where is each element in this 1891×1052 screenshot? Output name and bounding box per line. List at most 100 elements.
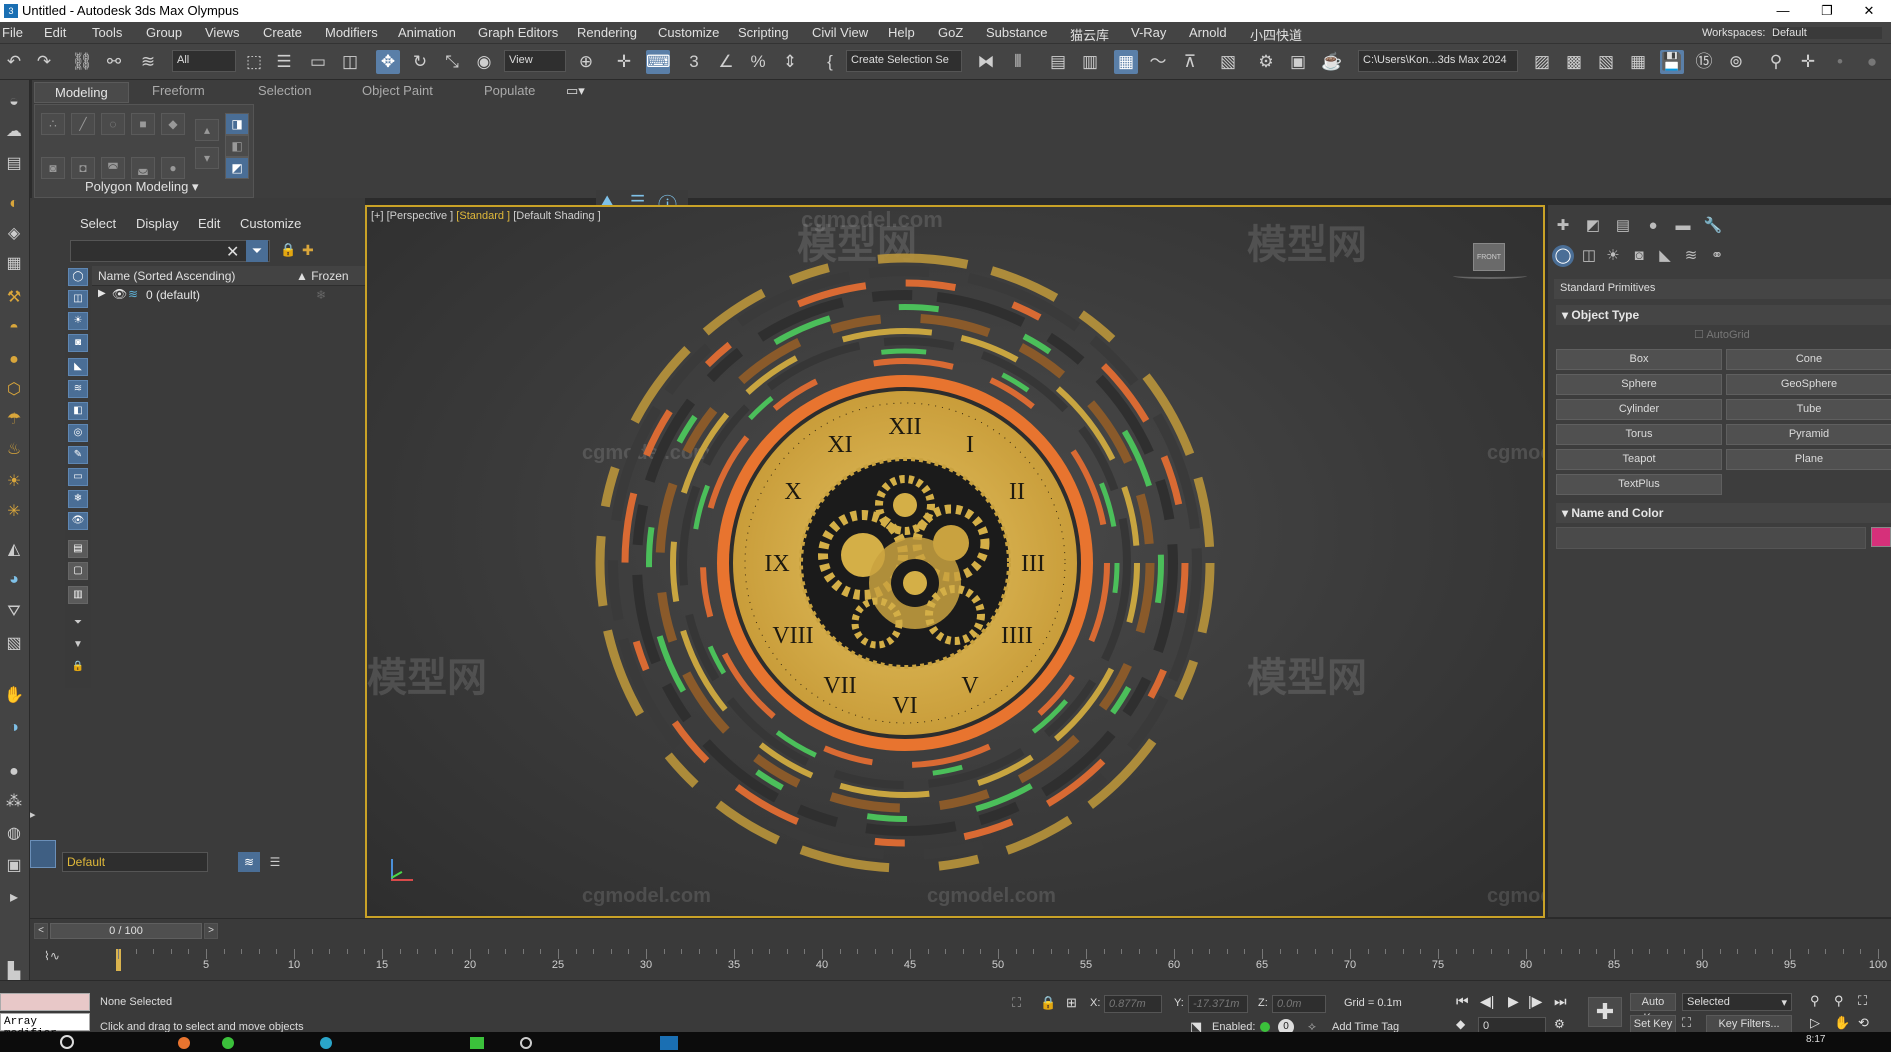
taskbar-app-icon[interactable] xyxy=(520,1037,532,1049)
name-column-header[interactable]: Name (Sorted Ascending) xyxy=(98,269,235,283)
goto-start-icon[interactable]: ⏮ xyxy=(1456,993,1469,1010)
tweak-icon[interactable]: ◚ xyxy=(101,157,125,179)
walk-icon[interactable]: ✋ xyxy=(1834,1015,1850,1031)
quickslice-icon[interactable]: ● xyxy=(161,157,185,179)
cameras-filter-icon[interactable]: ◙ xyxy=(68,334,88,352)
search-icon[interactable] xyxy=(60,1035,74,1049)
set-key-button[interactable]: Set Key xyxy=(1630,1015,1676,1033)
viewcube[interactable]: FRONT xyxy=(1473,243,1505,271)
menu-arnold[interactable]: Arnold xyxy=(1189,25,1227,40)
teapot-button[interactable]: Teapot xyxy=(1556,449,1722,470)
cone-button[interactable]: Cone xyxy=(1726,349,1891,370)
taskbar-app-icon[interactable] xyxy=(178,1037,190,1049)
make-unique-icon[interactable]: ◩ xyxy=(225,157,249,179)
hammer-icon[interactable]: ⚒ xyxy=(2,286,26,310)
mirror-icon[interactable]: ⧓ xyxy=(974,50,998,74)
wedge-icon[interactable]: ◭ xyxy=(2,538,26,562)
menu-scripting[interactable]: Scripting xyxy=(738,25,789,40)
sphere-icon[interactable]: ◒ xyxy=(2,90,26,114)
spacewarps-category-icon[interactable]: ≋ xyxy=(1680,245,1702,267)
mushroom-icon[interactable]: ☂ xyxy=(2,408,26,432)
scene-explorer-toggle-icon[interactable]: ▤ xyxy=(1046,50,1070,74)
egg-icon[interactable]: ● xyxy=(2,348,26,372)
tab-populate[interactable]: Populate xyxy=(484,83,535,98)
element-icon[interactable]: ◆ xyxy=(161,113,185,135)
prev-frame-button[interactable]: < xyxy=(34,923,48,939)
modify-mode-icon[interactable]: ◙ xyxy=(41,157,65,179)
vray-render-icon[interactable]: ▩ xyxy=(1562,50,1586,74)
material-editor-icon[interactable]: ▧ xyxy=(1216,50,1240,74)
textplus-button[interactable]: TextPlus xyxy=(1556,474,1722,495)
layer-row[interactable]: ▶ 👁 ≋ 0 (default) ❄ xyxy=(92,287,388,305)
lock-icon[interactable]: 🔒 xyxy=(280,242,296,258)
geometry-category-icon[interactable]: ◯ xyxy=(1552,245,1574,267)
menu-views[interactable]: Views xyxy=(205,25,239,40)
hidden-filter-icon[interactable]: 👁 xyxy=(68,512,88,530)
ribbon-toggle-icon[interactable]: ▦ xyxy=(1114,50,1138,74)
funnel-alt-icon[interactable]: ▼ xyxy=(68,636,88,654)
grid-helper-icon[interactable]: ▦ xyxy=(2,252,26,276)
absolute-mode-icon[interactable]: ⊞ xyxy=(1066,995,1077,1011)
menu-edit[interactable]: Edit xyxy=(44,25,66,40)
frozen-column-header[interactable]: ▲ Frozen xyxy=(296,269,349,283)
menu-cat-cloud[interactable]: 猫云库 xyxy=(1070,25,1109,44)
menu-animation[interactable]: Animation xyxy=(398,25,456,40)
schematic-view-icon[interactable]: ⊼ xyxy=(1178,50,1202,74)
hierarchy-tab-icon[interactable]: ▤ xyxy=(1612,215,1634,237)
border-icon[interactable]: ◌ xyxy=(101,113,125,135)
scale-icon[interactable]: ⤡ xyxy=(440,50,464,74)
window-crossing-icon[interactable]: ◫ xyxy=(338,50,362,74)
viewport-shading-label[interactable]: [Default Shading ] xyxy=(513,210,600,222)
gizmo-icon[interactable]: ⛛ xyxy=(2,600,26,624)
menu-vray[interactable]: V-Ray xyxy=(1131,25,1166,40)
teapot-icon[interactable]: ◕ xyxy=(2,568,26,592)
scene-search-input[interactable] xyxy=(70,240,270,262)
expand-arrow-icon[interactable]: ▶ xyxy=(98,288,106,299)
bones-filter-icon[interactable]: ✎ xyxy=(68,446,88,464)
vray-interactive-icon[interactable]: ▧ xyxy=(1594,50,1618,74)
helpers-category-icon[interactable]: ◣ xyxy=(1654,245,1676,267)
se-menu-edit[interactable]: Edit xyxy=(198,216,220,231)
polyhedron-icon[interactable]: ⬡ xyxy=(2,378,26,402)
tube-button[interactable]: Tube xyxy=(1726,399,1891,420)
scene-explorer-icon[interactable]: ☰ xyxy=(264,852,286,872)
funnel-icon[interactable]: ⏷ xyxy=(68,614,88,632)
menu-substance[interactable]: Substance xyxy=(986,25,1047,40)
ribbon-options-icon[interactable]: ▭▾ xyxy=(566,83,585,99)
select-object-icon[interactable]: ⬚ xyxy=(242,50,266,74)
taskbar-3dsmax-icon[interactable] xyxy=(660,1036,678,1050)
containers-filter-icon[interactable]: ▭ xyxy=(68,468,88,486)
place-icon[interactable]: ◉ xyxy=(472,50,496,74)
curve-toggle-icon[interactable]: ⌇∿ xyxy=(44,949,60,963)
zoom-extents-icon[interactable]: ⛶ xyxy=(1858,993,1867,1009)
edge-icon[interactable]: ╱ xyxy=(71,113,95,135)
play-icon[interactable]: ▶ xyxy=(1508,993,1519,1010)
time-config-icon[interactable]: ⚙ xyxy=(1554,1017,1565,1031)
render-production-icon[interactable]: ☕ xyxy=(1320,50,1344,74)
angle-snap-icon[interactable]: ∠ xyxy=(714,50,738,74)
plane-button[interactable]: Plane xyxy=(1726,449,1891,470)
palette-icon[interactable]: ◍ xyxy=(2,822,26,846)
viewport-view-label[interactable]: [+] [Perspective ] xyxy=(371,210,453,222)
keyboard-shortcut-icon[interactable]: ⌨ xyxy=(646,50,671,74)
tab-object-paint[interactable]: Object Paint xyxy=(362,83,433,98)
spacewarps-filter-icon[interactable]: ≋ xyxy=(68,380,88,398)
sun-icon[interactable]: ☀ xyxy=(2,470,26,494)
hand-icon[interactable]: ✋ xyxy=(2,684,26,708)
select-manipulate-icon[interactable]: ✛ xyxy=(612,50,636,74)
utilities-tab-icon[interactable]: 🔧 xyxy=(1702,215,1724,237)
geosphere-button[interactable]: GeoSphere xyxy=(1726,374,1891,395)
se-menu-display[interactable]: Display xyxy=(136,216,179,231)
unlink-icon[interactable]: ⚯ xyxy=(102,50,126,74)
shapes-category-icon[interactable]: ◫ xyxy=(1578,245,1600,267)
fov-icon[interactable]: ▷ xyxy=(1810,1015,1820,1031)
preserve-uv-icon[interactable]: ◘ xyxy=(71,157,95,179)
collapse-icon[interactable]: ◧ xyxy=(225,135,249,157)
help-search-icon[interactable]: ⊚ xyxy=(1724,50,1748,74)
se-menu-customize[interactable]: Customize xyxy=(240,216,301,231)
minimize-button[interactable]: — xyxy=(1761,0,1805,22)
menu-modifiers[interactable]: Modifiers xyxy=(325,25,378,40)
bind-spacewarp-icon[interactable]: ≋ xyxy=(136,50,160,74)
lights-category-icon[interactable]: ☀ xyxy=(1602,245,1624,267)
menu-help[interactable]: Help xyxy=(888,25,915,40)
